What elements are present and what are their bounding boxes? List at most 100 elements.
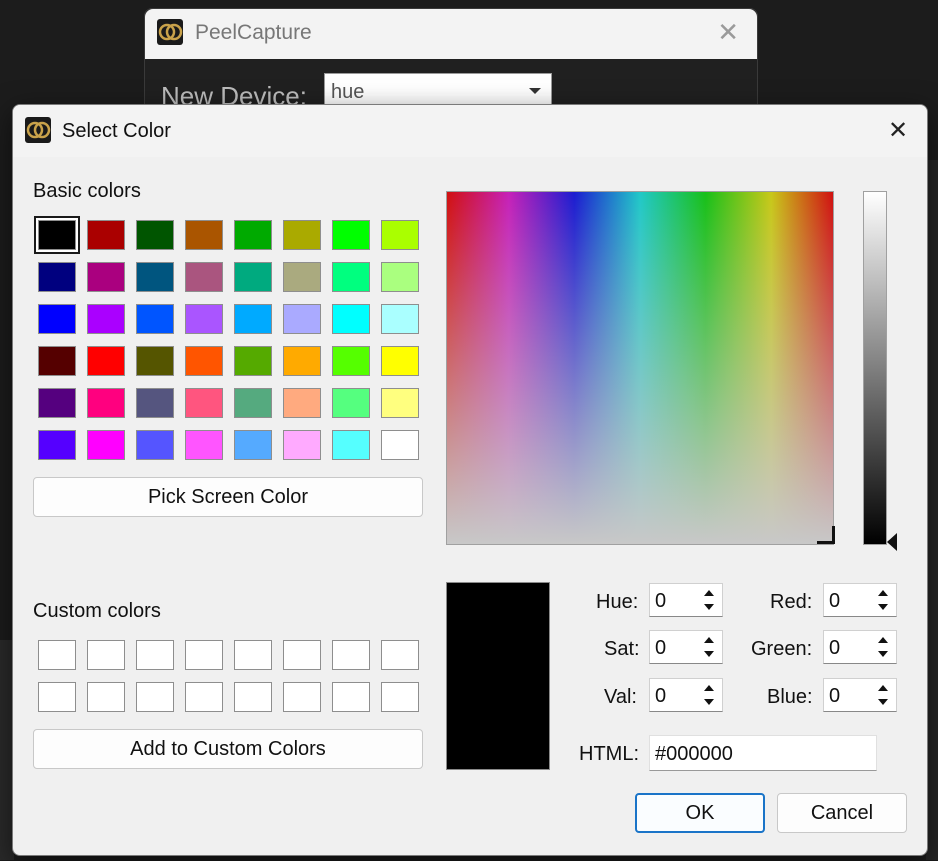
- custom-color-swatch[interactable]: [185, 640, 223, 670]
- basic-color-swatch[interactable]: [283, 388, 321, 418]
- basic-color-swatch[interactable]: [87, 262, 125, 292]
- basic-color-swatch[interactable]: [136, 430, 174, 460]
- custom-color-swatch[interactable]: [283, 682, 321, 712]
- basic-color-swatch[interactable]: [38, 304, 76, 334]
- basic-color-swatch[interactable]: [136, 220, 174, 250]
- basic-color-swatch[interactable]: [283, 346, 321, 376]
- val-spinbox[interactable]: 0: [649, 678, 723, 712]
- basic-color-swatch[interactable]: [87, 220, 125, 250]
- green-value: 0: [829, 637, 841, 659]
- cancel-button[interactable]: Cancel: [777, 793, 907, 833]
- spin-down-icon[interactable]: [873, 696, 893, 710]
- basic-color-swatch[interactable]: [381, 262, 419, 292]
- html-hex-input[interactable]: #000000: [649, 735, 877, 771]
- basic-color-swatch[interactable]: [234, 346, 272, 376]
- green-spinbox[interactable]: 0: [823, 630, 897, 664]
- pick-screen-color-button[interactable]: Pick Screen Color: [33, 477, 423, 517]
- custom-color-swatch[interactable]: [332, 640, 370, 670]
- basic-color-swatch[interactable]: [332, 220, 370, 250]
- basic-color-swatch[interactable]: [234, 262, 272, 292]
- custom-color-swatch[interactable]: [87, 640, 125, 670]
- basic-color-swatch[interactable]: [381, 220, 419, 250]
- val-value: 0: [655, 685, 667, 707]
- basic-color-swatch[interactable]: [38, 262, 76, 292]
- basic-color-swatch[interactable]: [38, 346, 76, 376]
- basic-color-swatch[interactable]: [332, 388, 370, 418]
- blue-label: Blue:: [767, 686, 813, 708]
- custom-color-swatch[interactable]: [381, 682, 419, 712]
- custom-color-swatch[interactable]: [332, 682, 370, 712]
- basic-color-swatch[interactable]: [283, 304, 321, 334]
- red-value: 0: [829, 590, 841, 612]
- basic-color-swatch[interactable]: [283, 262, 321, 292]
- value-slider-handle-icon[interactable]: [887, 533, 897, 551]
- spin-down-icon[interactable]: [873, 601, 893, 615]
- basic-color-swatch[interactable]: [136, 304, 174, 334]
- device-combobox-value: hue: [331, 81, 365, 103]
- picker-crosshair[interactable]: [817, 526, 835, 544]
- basic-color-swatch[interactable]: [234, 304, 272, 334]
- basic-color-swatch[interactable]: [381, 304, 419, 334]
- spin-up-icon[interactable]: [873, 681, 893, 695]
- basic-color-swatch[interactable]: [136, 346, 174, 376]
- spin-down-icon[interactable]: [699, 601, 719, 615]
- basic-color-swatch[interactable]: [381, 346, 419, 376]
- spin-down-icon[interactable]: [699, 648, 719, 662]
- basic-color-swatch[interactable]: [234, 388, 272, 418]
- custom-color-swatch[interactable]: [38, 682, 76, 712]
- basic-color-swatch[interactable]: [381, 430, 419, 460]
- spin-up-icon[interactable]: [699, 586, 719, 600]
- basic-color-swatch[interactable]: [185, 388, 223, 418]
- spin-up-icon[interactable]: [699, 681, 719, 695]
- basic-color-swatch[interactable]: [332, 430, 370, 460]
- basic-color-swatch[interactable]: [185, 304, 223, 334]
- custom-color-swatch[interactable]: [87, 682, 125, 712]
- dialog-title: Select Color: [62, 120, 171, 142]
- custom-color-swatch[interactable]: [136, 682, 174, 712]
- custom-color-swatch[interactable]: [234, 682, 272, 712]
- spin-up-icon[interactable]: [873, 633, 893, 647]
- basic-color-swatch[interactable]: [185, 430, 223, 460]
- basic-color-swatch[interactable]: [332, 304, 370, 334]
- background-close-icon[interactable]: ✕: [717, 17, 739, 47]
- hue-saturation-picker[interactable]: [446, 191, 835, 545]
- basic-color-swatch[interactable]: [283, 430, 321, 460]
- basic-color-swatch[interactable]: [136, 262, 174, 292]
- basic-color-swatch[interactable]: [87, 346, 125, 376]
- basic-color-swatch[interactable]: [185, 220, 223, 250]
- basic-color-swatch[interactable]: [234, 430, 272, 460]
- close-icon[interactable]: ✕: [881, 115, 915, 147]
- basic-color-swatch[interactable]: [38, 430, 76, 460]
- basic-color-swatch[interactable]: [381, 388, 419, 418]
- spin-down-icon[interactable]: [699, 696, 719, 710]
- basic-color-swatch[interactable]: [36, 218, 78, 252]
- custom-color-swatch[interactable]: [136, 640, 174, 670]
- spin-up-icon[interactable]: [699, 633, 719, 647]
- basic-color-swatch[interactable]: [185, 262, 223, 292]
- ok-button[interactable]: OK: [635, 793, 765, 833]
- red-spinbox[interactable]: 0: [823, 583, 897, 617]
- blue-spinbox[interactable]: 0: [823, 678, 897, 712]
- basic-color-swatch[interactable]: [38, 388, 76, 418]
- custom-color-swatch[interactable]: [185, 682, 223, 712]
- basic-color-swatch[interactable]: [87, 304, 125, 334]
- basic-color-swatch[interactable]: [332, 346, 370, 376]
- custom-color-swatch[interactable]: [381, 640, 419, 670]
- hue-spinbox[interactable]: 0: [649, 583, 723, 617]
- custom-color-swatch[interactable]: [234, 640, 272, 670]
- val-label: Val:: [604, 686, 637, 708]
- basic-color-swatch[interactable]: [332, 262, 370, 292]
- custom-color-swatch[interactable]: [283, 640, 321, 670]
- basic-color-swatch[interactable]: [185, 346, 223, 376]
- sat-spinbox[interactable]: 0: [649, 630, 723, 664]
- value-slider[interactable]: [863, 191, 887, 545]
- add-to-custom-colors-button[interactable]: Add to Custom Colors: [33, 729, 423, 769]
- basic-color-swatch[interactable]: [87, 430, 125, 460]
- basic-color-swatch[interactable]: [283, 220, 321, 250]
- spin-down-icon[interactable]: [873, 648, 893, 662]
- custom-color-swatch[interactable]: [38, 640, 76, 670]
- basic-color-swatch[interactable]: [136, 388, 174, 418]
- basic-color-swatch[interactable]: [87, 388, 125, 418]
- basic-color-swatch[interactable]: [234, 220, 272, 250]
- spin-up-icon[interactable]: [873, 586, 893, 600]
